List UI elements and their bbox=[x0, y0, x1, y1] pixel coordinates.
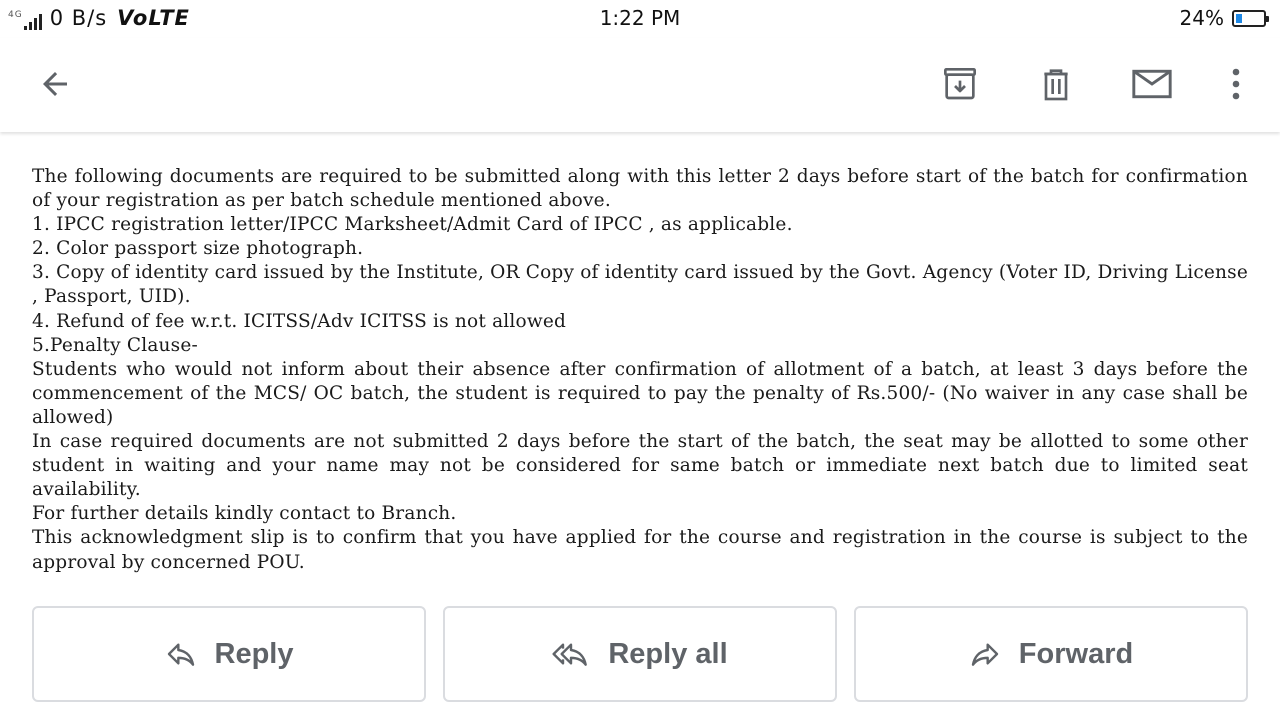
mail-icon bbox=[1132, 69, 1172, 99]
body-paragraph: 2. Color passport size photograph. bbox=[32, 238, 364, 260]
arrow-back-icon bbox=[43, 72, 67, 96]
battery-percent: 24% bbox=[1179, 6, 1224, 30]
archive-icon bbox=[944, 68, 977, 100]
trash-icon bbox=[1044, 69, 1068, 101]
reply-all-label: Reply all bbox=[608, 637, 728, 670]
reply-icon bbox=[167, 643, 194, 666]
forward-button[interactable]: Forward bbox=[854, 606, 1248, 702]
body-paragraph: 3. Copy of identity card issued by the I… bbox=[32, 262, 1248, 308]
delete-button[interactable] bbox=[1028, 56, 1084, 112]
body-paragraph: In case required documents are not submi… bbox=[32, 431, 1248, 501]
forward-icon bbox=[971, 643, 998, 666]
body-paragraph: Students who would not inform about thei… bbox=[32, 358, 1248, 428]
body-paragraph: For further details kindly contact to Br… bbox=[32, 503, 457, 525]
status-time: 1:22 PM bbox=[599, 6, 681, 30]
email-body: The following documents are required to … bbox=[32, 165, 1248, 575]
body-paragraph: 1. IPCC registration letter/IPCC Markshe… bbox=[32, 214, 793, 236]
more-options-button[interactable] bbox=[1208, 56, 1264, 112]
reply-label: Reply bbox=[214, 637, 294, 670]
reply-all-icon bbox=[552, 643, 588, 666]
reply-button[interactable]: Reply bbox=[32, 606, 426, 702]
toolbar bbox=[0, 38, 1280, 132]
body-paragraph: 5.Penalty Clause- bbox=[32, 334, 198, 356]
battery-icon bbox=[1232, 9, 1269, 27]
archive-button[interactable] bbox=[932, 56, 988, 112]
status-right: 24% bbox=[1179, 6, 1269, 30]
mark-unread-button[interactable] bbox=[1124, 56, 1180, 112]
battery-fill bbox=[1236, 13, 1243, 23]
reply-all-button[interactable]: Reply all bbox=[443, 606, 837, 702]
status-bar: 4G 0 B/s VoLTE 1:22 PM 24% bbox=[0, 0, 1280, 38]
body-paragraph: 4. Refund of fee w.r.t. ICITSS/Adv ICITS… bbox=[32, 310, 567, 332]
body-paragraph: The following documents are required to … bbox=[32, 166, 1248, 212]
back-button[interactable] bbox=[27, 56, 83, 112]
body-paragraph: This acknowledgment slip is to confirm t… bbox=[32, 527, 1248, 573]
more-vertical-icon bbox=[1232, 68, 1240, 100]
forward-label: Forward bbox=[1018, 637, 1134, 670]
message-actions: Reply Reply all Forward bbox=[32, 606, 1248, 702]
